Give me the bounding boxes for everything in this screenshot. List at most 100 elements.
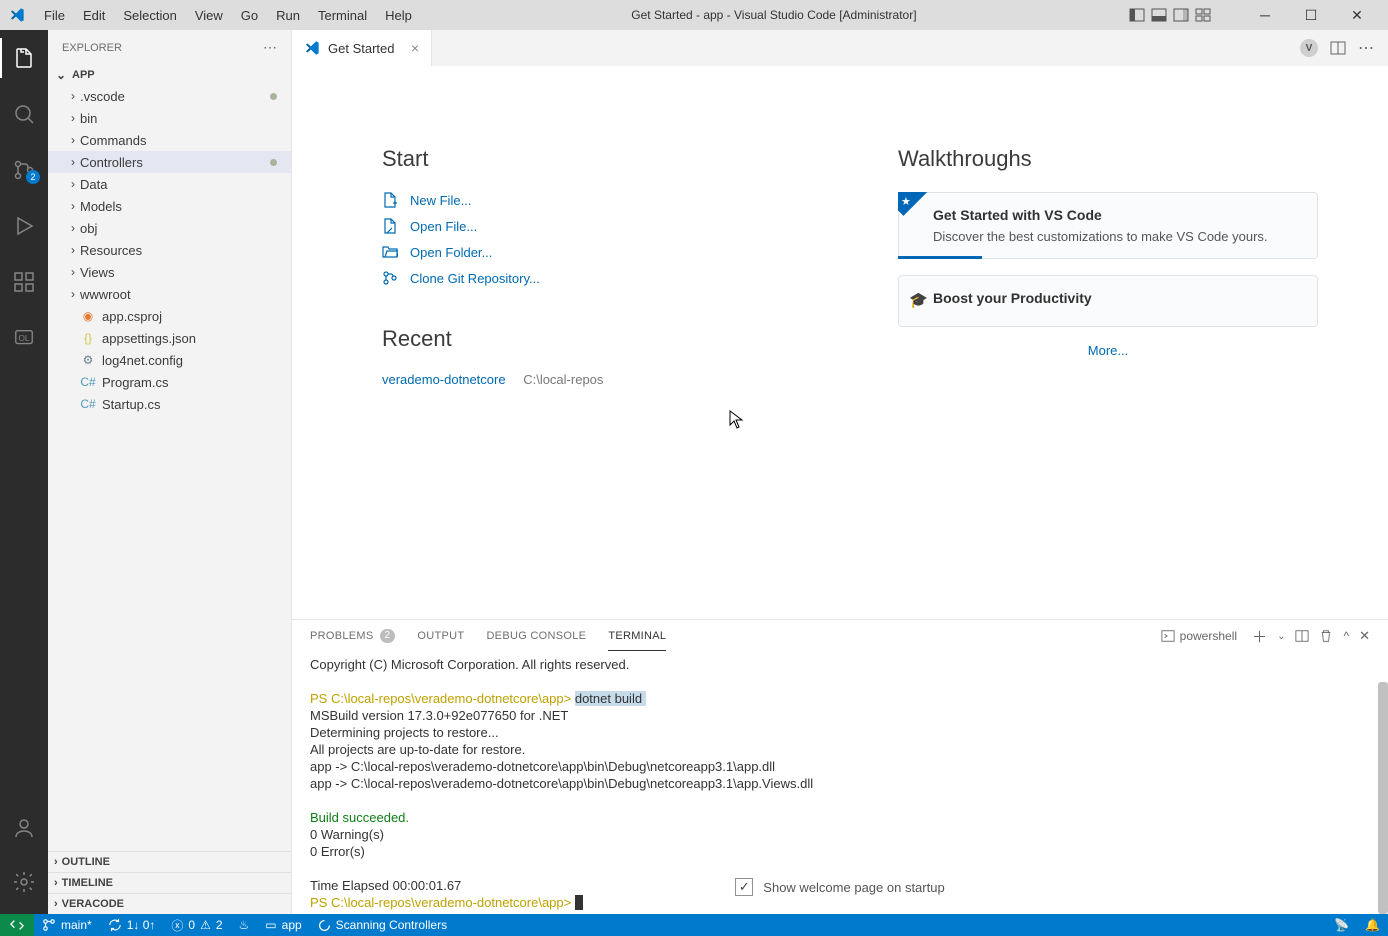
new-file-link[interactable]: New File... — [382, 192, 808, 208]
outline-section[interactable]: ›OUTLINE — [48, 851, 291, 872]
menu-run[interactable]: Run — [268, 4, 308, 27]
tab-label: Get Started — [328, 41, 394, 56]
split-editor-icon[interactable] — [1330, 40, 1346, 56]
close-panel-icon[interactable]: ✕ — [1359, 628, 1370, 644]
activity-veracode[interactable]: OL — [0, 318, 48, 358]
panel-tab-terminal[interactable]: TERMINAL — [608, 622, 666, 651]
status-notifications[interactable]: 🔔 — [1357, 914, 1388, 936]
explorer-more-icon[interactable]: ⋯ — [263, 39, 277, 56]
activity-source-control[interactable]: 2 — [0, 150, 48, 190]
explorer-title: EXPLORER — [62, 42, 122, 54]
file-tree: ›.vscode ›bin ›Commands ›Controllers ›Da… — [48, 85, 291, 851]
vscode-icon — [304, 40, 320, 56]
status-branch[interactable]: main* — [34, 914, 100, 936]
tree-file[interactable]: {}appsettings.json — [48, 327, 291, 349]
tree-folder[interactable]: ›Views — [48, 261, 291, 283]
minimize-button[interactable]: ─ — [1242, 0, 1288, 30]
split-terminal-icon[interactable] — [1295, 629, 1309, 643]
layout-sidebar-left-icon[interactable] — [1128, 6, 1146, 24]
walkthrough-productivity[interactable]: 🎓 Boost your Productivity — [898, 275, 1318, 327]
veracode-badge-icon[interactable]: V — [1300, 39, 1318, 57]
menu-terminal[interactable]: Terminal — [310, 4, 375, 27]
status-bar: main* 1↓ 0↑ ⓧ0 ⚠2 ♨ ▭ app Scanning Contr… — [0, 914, 1388, 936]
status-problems[interactable]: ⓧ0 ⚠2 — [163, 914, 230, 936]
terminal-line: Determining projects to restore... — [310, 724, 1370, 741]
tree-file[interactable]: ⚙log4net.config — [48, 349, 291, 371]
activity-settings[interactable] — [0, 862, 48, 902]
menu-help[interactable]: Help — [377, 4, 420, 27]
tree-folder[interactable]: ›Resources — [48, 239, 291, 261]
tree-file[interactable]: C#Startup.cs — [48, 393, 291, 415]
menu-view[interactable]: View — [187, 4, 231, 27]
timeline-section[interactable]: ›TIMELINE — [48, 872, 291, 893]
tree-folder[interactable]: ›Controllers — [48, 151, 291, 173]
status-scanning[interactable]: Scanning Controllers — [310, 914, 455, 936]
panel-tabs: PROBLEMS 2 OUTPUT DEBUG CONSOLE TERMINAL… — [292, 620, 1388, 652]
terminal-content[interactable]: Copyright (C) Microsoft Corporation. All… — [292, 652, 1388, 914]
loading-icon — [318, 919, 331, 932]
activity-bar: 2 OL — [0, 30, 48, 914]
tree-file[interactable]: C#Program.cs — [48, 371, 291, 393]
scrollbar[interactable] — [1378, 682, 1388, 914]
activity-run-debug[interactable] — [0, 206, 48, 246]
activity-extensions[interactable] — [0, 262, 48, 302]
close-icon[interactable]: × — [411, 40, 419, 56]
status-veracode-flame[interactable]: ♨ — [231, 914, 258, 936]
tab-get-started[interactable]: Get Started × — [292, 30, 432, 66]
panel-tab-output[interactable]: OUTPUT — [417, 622, 464, 650]
menu-go[interactable]: Go — [233, 4, 266, 27]
folder-root-header[interactable]: ⌄ APP — [48, 65, 291, 85]
status-app[interactable]: ▭ app — [257, 914, 309, 936]
clone-repo-link[interactable]: Clone Git Repository... — [382, 270, 808, 286]
menu-edit[interactable]: Edit — [75, 4, 113, 27]
recent-item: verademo-dotnetcore C:\local-repos — [382, 372, 808, 387]
terminal-selector[interactable]: powershell — [1156, 627, 1242, 645]
remote-indicator[interactable] — [0, 914, 34, 936]
layout-sidebar-right-icon[interactable] — [1172, 6, 1190, 24]
tree-folder[interactable]: ›wwwroot — [48, 283, 291, 305]
terminal-line: MSBuild version 17.3.0+92e077650 for .NE… — [310, 707, 1370, 724]
new-terminal-icon[interactable]: ＋ — [1252, 626, 1267, 647]
status-feedback[interactable]: 📡 — [1326, 914, 1357, 936]
close-button[interactable]: ✕ — [1334, 0, 1380, 30]
window-controls: ─ ☐ ✕ — [1242, 0, 1380, 30]
maximize-panel-icon[interactable]: ^ — [1343, 629, 1349, 643]
menu-bar: File Edit Selection View Go Run Terminal… — [36, 4, 420, 27]
tree-folder[interactable]: ›Models — [48, 195, 291, 217]
tree-folder[interactable]: ›.vscode — [48, 85, 291, 107]
sync-icon — [108, 918, 122, 932]
walkthrough-get-started[interactable]: ★ Get Started with VS Code Discover the … — [898, 192, 1318, 259]
activity-accounts[interactable] — [0, 808, 48, 848]
status-sync[interactable]: 1↓ 0↑ — [100, 914, 164, 936]
recent-project-link[interactable]: verademo-dotnetcore — [382, 372, 506, 387]
layout-customize-icon[interactable] — [1194, 6, 1212, 24]
activity-explorer[interactable] — [0, 38, 48, 78]
xml-icon: ◉ — [80, 309, 96, 323]
tree-file[interactable]: ◉app.csproj — [48, 305, 291, 327]
open-file-link[interactable]: Open File... — [382, 218, 808, 234]
tree-folder[interactable]: ›Commands — [48, 129, 291, 151]
terminal-line: 0 Error(s) — [310, 843, 1370, 860]
menu-file[interactable]: File — [36, 4, 73, 27]
tree-folder[interactable]: ›Data — [48, 173, 291, 195]
sidebar: EXPLORER ⋯ ⌄ APP ›.vscode ›bin ›Commands… — [48, 30, 292, 914]
activity-search[interactable] — [0, 94, 48, 134]
terminal-dropdown-icon[interactable]: ⌄ — [1277, 631, 1285, 642]
layout-panel-icon[interactable] — [1150, 6, 1168, 24]
terminal-line: Copyright (C) Microsoft Corporation. All… — [310, 656, 1370, 673]
open-folder-link[interactable]: Open Folder... — [382, 244, 808, 260]
veracode-section[interactable]: ›VERACODE — [48, 893, 291, 914]
maximize-button[interactable]: ☐ — [1288, 0, 1334, 30]
bottom-panel: PROBLEMS 2 OUTPUT DEBUG CONSOLE TERMINAL… — [292, 619, 1388, 914]
panel-tab-problems[interactable]: PROBLEMS 2 — [310, 621, 395, 651]
panel-tab-debug-console[interactable]: DEBUG CONSOLE — [486, 622, 586, 650]
window-title: Get Started - app - Visual Studio Code [… — [420, 8, 1128, 22]
menu-selection[interactable]: Selection — [115, 4, 184, 27]
tree-folder[interactable]: ›obj — [48, 217, 291, 239]
csharp-icon: C# — [80, 375, 96, 389]
root-folder-name: APP — [72, 69, 95, 81]
tree-folder[interactable]: ›bin — [48, 107, 291, 129]
kill-terminal-icon[interactable] — [1319, 629, 1333, 643]
editor-more-icon[interactable]: ⋯ — [1358, 38, 1374, 58]
more-walkthroughs-link[interactable]: More... — [898, 343, 1318, 358]
